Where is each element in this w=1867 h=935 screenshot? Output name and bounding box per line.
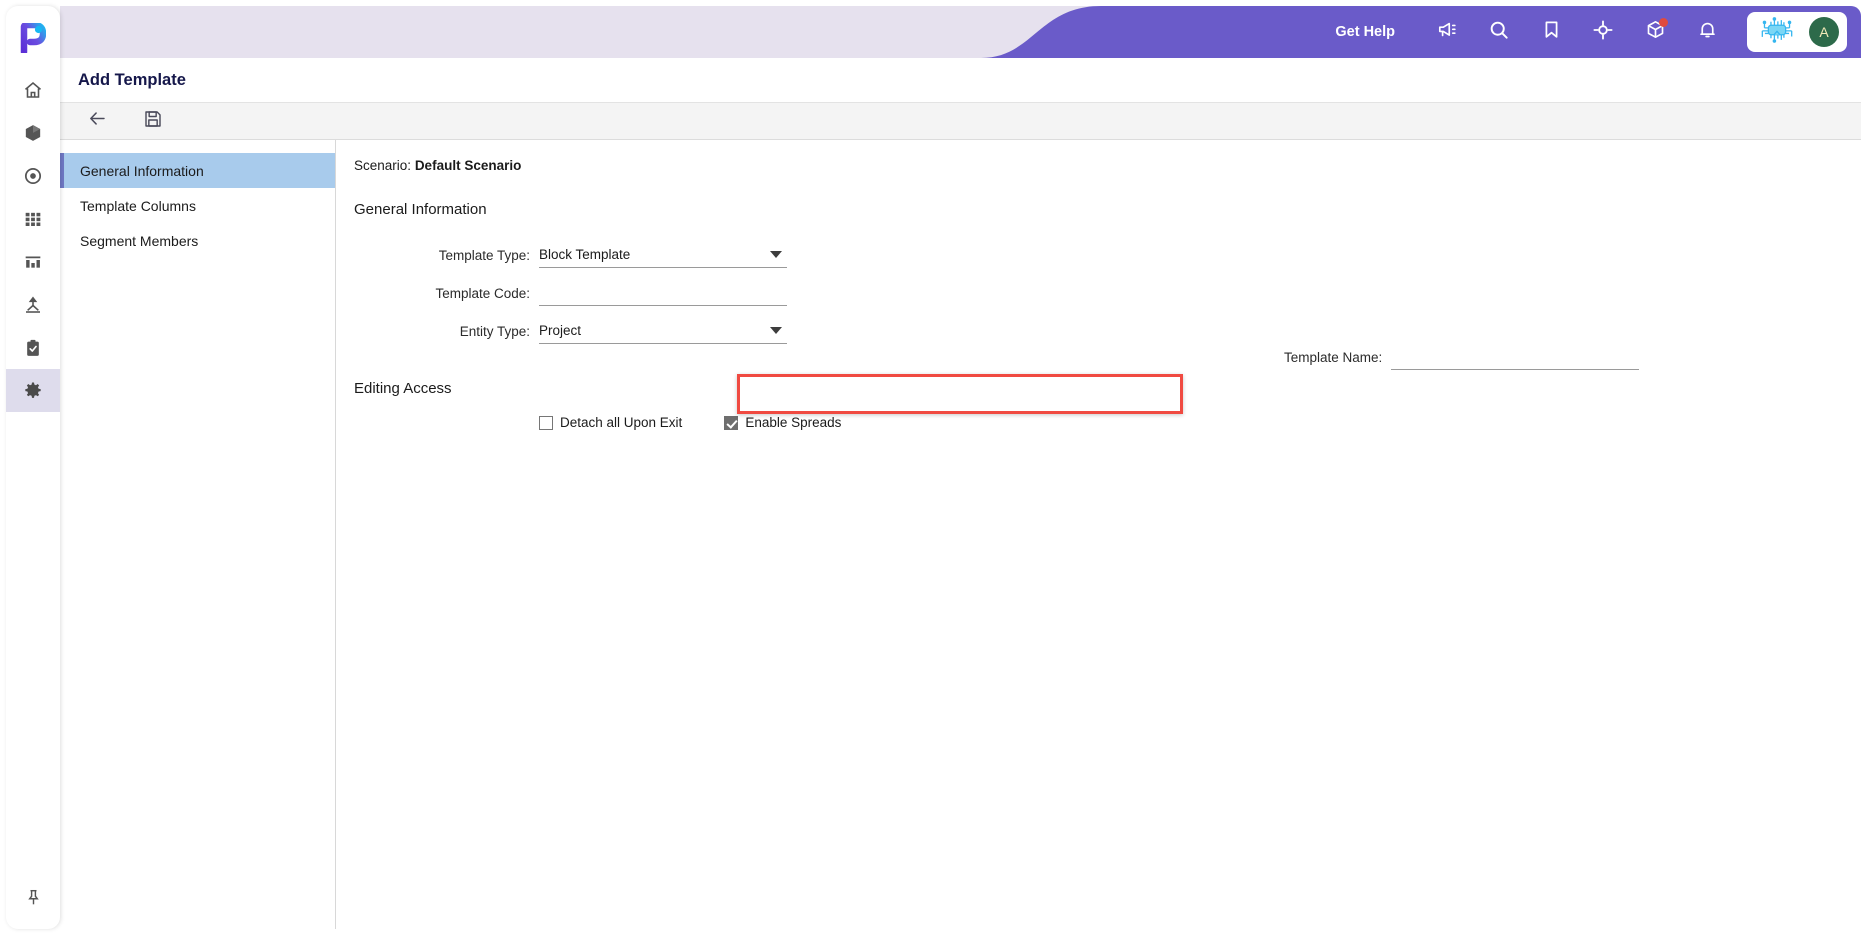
sidebar-item-hierarchy[interactable]	[6, 283, 60, 326]
megaphone-icon	[1437, 19, 1458, 45]
rail-item-list	[6, 68, 60, 412]
left-nav-rail	[6, 6, 60, 929]
sidebar-item-target[interactable]	[6, 154, 60, 197]
megaphone-icon-button[interactable]	[1429, 14, 1465, 50]
checkbox-box[interactable]	[539, 415, 553, 430]
body-area: General Information Template Columns Seg…	[60, 140, 1861, 929]
grid-icon	[23, 209, 43, 229]
nav-item-label: Segment Members	[80, 232, 199, 249]
entity-type-dropdown[interactable]: Project	[539, 318, 787, 344]
notification-badge-dot	[1659, 18, 1668, 27]
search-icon-button[interactable]	[1481, 14, 1517, 50]
scenario-label: Scenario:	[354, 158, 412, 173]
cube-icon-button[interactable]	[1637, 14, 1673, 50]
scenario-line: Scenario: Default Scenario	[354, 158, 1861, 173]
page-title-bar: Add Template	[60, 58, 1861, 102]
arrow-left-icon	[87, 108, 108, 134]
box-icon	[23, 123, 43, 143]
sidebar-item-tasks[interactable]	[6, 326, 60, 369]
proda-logo-icon[interactable]	[6, 12, 60, 64]
checkbox-box[interactable]	[724, 415, 739, 430]
ai-assistant-pill: A	[1747, 12, 1847, 52]
section-nav-panel: General Information Template Columns Seg…	[60, 140, 336, 929]
back-button[interactable]	[80, 106, 114, 136]
nav-item-template-columns[interactable]: Template Columns	[60, 188, 335, 223]
page-title: Add Template	[78, 70, 186, 89]
ai-assistant-button[interactable]	[1755, 16, 1799, 48]
clipboard-icon	[23, 338, 43, 358]
template-type-dropdown[interactable]: Block Template	[539, 242, 787, 268]
application-window: Get Help A Add Template General Informat…	[0, 0, 1867, 935]
action-toolbar	[60, 102, 1861, 140]
chevron-down-icon	[770, 251, 782, 258]
save-button[interactable]	[136, 106, 170, 136]
sidebar-item-reports[interactable]	[6, 240, 60, 283]
hierarchy-icon	[23, 295, 43, 315]
target-icon	[23, 166, 43, 186]
crosshair-icon	[1592, 19, 1614, 46]
sidebar-item-settings[interactable]	[6, 369, 60, 412]
checkbox-detach-all-upon-exit[interactable]: Detach all Upon Exit	[539, 415, 682, 430]
gear-icon	[23, 381, 43, 401]
template-type-value: Block Template	[539, 247, 631, 262]
sidebar-item-home[interactable]	[6, 68, 60, 111]
entity-type-label: Entity Type:	[459, 323, 530, 339]
chevron-down-icon	[770, 327, 782, 334]
get-help-button[interactable]: Get Help	[1335, 24, 1395, 40]
template-code-label: Template Code:	[435, 285, 530, 301]
search-icon	[1488, 19, 1510, 46]
entity-type-value: Project	[539, 323, 582, 338]
template-name-label: Template Name:	[1284, 349, 1383, 365]
sidebar-item-assets[interactable]	[6, 111, 60, 154]
template-code-input[interactable]	[539, 280, 787, 306]
sidebar-item-grid[interactable]	[6, 197, 60, 240]
template-name-input[interactable]	[1391, 344, 1640, 370]
editing-access-checkbox-row: Detach all Upon Exit Enable Spreads	[354, 415, 1861, 430]
editing-access-heading: Editing Access	[354, 380, 452, 397]
crosshair-icon-button[interactable]	[1585, 14, 1621, 50]
content-panel: Scenario: Default Scenario General Infor…	[336, 140, 1861, 929]
nav-item-label: General Information	[80, 162, 204, 179]
template-type-label: Template Type:	[438, 247, 530, 263]
scenario-value: Default Scenario	[414, 158, 522, 173]
checkbox-label: Enable Spreads	[745, 415, 842, 430]
home-icon	[23, 80, 43, 100]
bell-icon-button[interactable]	[1689, 14, 1725, 50]
nav-item-general-information[interactable]: General Information	[60, 153, 335, 188]
checkbox-label: Detach all Upon Exit	[560, 415, 683, 430]
floppy-disk-icon	[143, 109, 163, 134]
top-header: Get Help A	[60, 6, 1861, 58]
bell-icon	[1697, 19, 1718, 45]
bookmark-icon-button[interactable]	[1533, 14, 1569, 50]
pin-icon[interactable]	[6, 875, 60, 919]
nav-item-label: Template Columns	[80, 197, 196, 214]
general-information-heading: General Information	[354, 201, 487, 218]
editing-access-section: Editing Access Detach all Upon Exit Enab…	[354, 380, 1861, 430]
field-row-template-code: Template Code:	[354, 274, 1861, 312]
bookmark-icon	[1541, 19, 1562, 45]
bar-chart-icon	[23, 252, 43, 272]
nav-item-segment-members[interactable]: Segment Members	[60, 223, 335, 258]
avatar[interactable]: A	[1809, 17, 1839, 47]
field-row-template-name: Template Name:	[1284, 344, 1640, 370]
checkbox-enable-spreads[interactable]: Enable Spreads	[724, 415, 841, 430]
header-actions: Get Help A	[1335, 6, 1861, 58]
general-information-form: Template Type: Block Template Template C…	[354, 236, 1861, 414]
ai-chip-icon	[1758, 16, 1796, 49]
field-row-template-type: Template Type: Block Template	[354, 236, 1861, 274]
